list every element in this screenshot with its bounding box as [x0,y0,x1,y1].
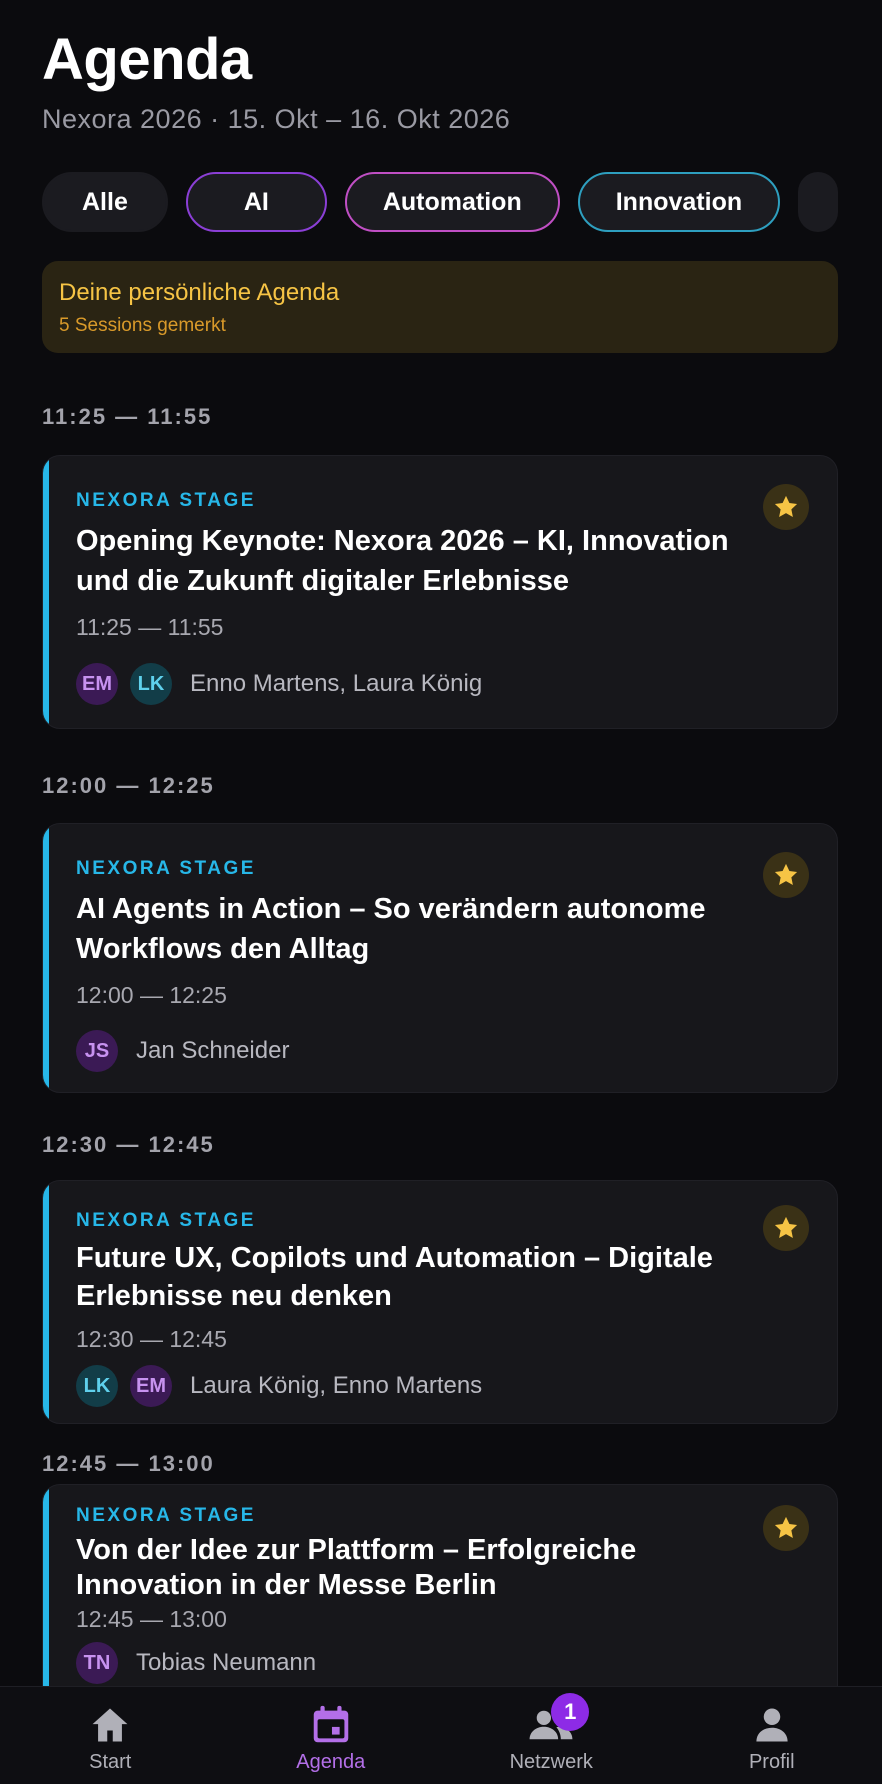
star-icon [774,495,798,518]
star-icon [774,863,798,886]
session-title: Future UX, Copilots und Automation – Dig… [76,1242,713,1312]
avatar: JS [76,1030,118,1072]
filter-chip-automation[interactable]: Automation [344,172,560,232]
bookmark-star-button[interactable] [763,484,809,530]
session-card[interactable]: NEXORA STAGE Future UX, Copilots und Aut… [42,1180,838,1424]
speaker-list: JS Jan Schneider [76,1030,289,1072]
session-stage: NEXORA STAGE [76,490,256,511]
session-title: AI Agents in Action – So verändern auton… [76,893,706,965]
speaker-names: Tobias Neumann [136,1649,317,1676]
home-icon [85,1701,135,1749]
avatar: TN [76,1642,118,1684]
bookmark-star-button[interactable] [763,852,809,898]
session-card[interactable]: NEXORA STAGE AI Agents in Action – So ve… [42,823,838,1093]
session-time: 12:30 — 12:45 [76,1326,227,1352]
filter-chip-more[interactable] [798,172,839,232]
speaker-names: Laura König, Enno Martens [190,1372,483,1399]
time-slot-label: 12:45 — 13:00 [42,1451,215,1476]
speaker-list: TN Tobias Neumann [76,1642,316,1684]
nav-label: Profil [748,1751,795,1773]
time-slot-label: 12:30 — 12:45 [42,1132,215,1157]
filter-chips: Alle AI Automation Innovation [42,172,882,232]
session-stage: NEXORA STAGE [76,1505,256,1526]
filter-chip-alle[interactable]: Alle [42,172,168,232]
nav-label: Agenda [296,1751,366,1773]
bottom-navigation: Start Agenda 1 Netzwerk Profil [0,1686,882,1784]
speaker-names: Enno Martens, Laura König [190,670,483,697]
speaker-list: LK EM Laura König, Enno Martens [76,1365,482,1407]
session-stage: NEXORA STAGE [76,1210,256,1231]
session-stage: NEXORA STAGE [76,858,256,879]
session-title: Von der Idee zur Plattform – Erfolgreich… [76,1534,637,1601]
nav-item-agenda[interactable]: Agenda [221,1687,442,1784]
avatar: LK [76,1365,118,1407]
avatar: EM [130,1365,172,1407]
speaker-list: EM LK Enno Martens, Laura König [76,663,482,705]
session-time: 12:45 — 13:00 [76,1606,227,1632]
time-slot-label: 11:25 — 11:55 [42,404,213,429]
speaker-names: Jan Schneider [136,1037,290,1064]
session-card[interactable]: NEXORA STAGE Opening Keynote: Nexora 202… [42,455,838,729]
notification-badge: 1 [551,1693,590,1731]
time-slot-label: 12:00 — 12:25 [42,773,215,798]
event-subtitle: Nexora 2026 · 15. Okt – 16. Okt 2026 [42,104,511,134]
page-title: Agenda [42,27,252,92]
session-title: Opening Keynote: Nexora 2026 – KI, Innov… [76,525,729,597]
filter-chip-innovation[interactable]: Innovation [577,172,781,232]
agenda-screen: Agenda Nexora 2026 · 15. Okt – 16. Okt 2… [0,0,882,1784]
filter-chip-ai[interactable]: AI [185,172,327,232]
nav-label: Netzwerk [509,1751,593,1773]
person-icon [747,1701,797,1749]
calendar-icon [306,1701,356,1749]
personal-agenda-banner[interactable]: Deine persönliche Agenda 5 Sessions geme… [42,261,838,353]
bookmark-star-button[interactable] [763,1205,809,1251]
bookmark-star-button[interactable] [763,1505,809,1551]
nav-item-start[interactable]: Start [0,1687,221,1784]
avatar: LK [130,663,172,705]
session-time: 12:00 — 12:25 [76,982,227,1008]
nav-label: Start [89,1751,132,1773]
session-time: 11:25 — 11:55 [76,614,224,640]
star-icon [774,1216,798,1239]
nav-item-profil[interactable]: Profil [662,1687,882,1784]
banner-title: Deine persönliche Agenda [59,279,340,306]
session-card[interactable]: NEXORA STAGE Von der Idee zur Plattform … [42,1484,838,1714]
avatar: EM [76,663,118,705]
banner-subtitle: 5 Sessions gemerkt [59,315,226,336]
nav-item-netzwerk[interactable]: 1 Netzwerk [441,1687,662,1784]
star-icon [774,1516,798,1539]
